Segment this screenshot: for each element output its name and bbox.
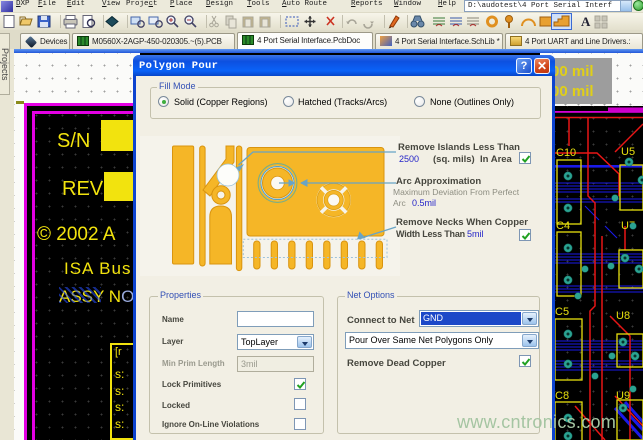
svg-text:C5: C5 bbox=[555, 306, 569, 318]
svg-text:U5: U5 bbox=[621, 146, 635, 158]
svg-text:C8: C8 bbox=[555, 390, 569, 402]
svg-text:U9: U9 bbox=[616, 390, 630, 402]
svg-text:C10: C10 bbox=[556, 147, 576, 159]
svg-text:C4: C4 bbox=[556, 220, 570, 232]
svg-text:U8: U8 bbox=[616, 310, 630, 322]
svg-text:A: A bbox=[581, 14, 591, 29]
